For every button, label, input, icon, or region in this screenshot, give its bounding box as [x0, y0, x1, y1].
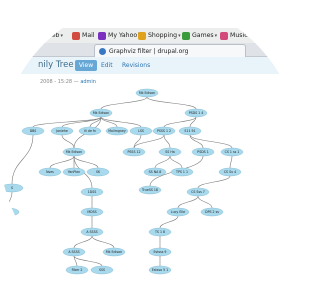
graph-node[interactable]: PSSS 1 2 — [152, 126, 176, 136]
graph-node[interactable]: SSS — [90, 265, 114, 275]
magnifier-lens: Web ▾ Mail My Yahoo! Shopping ▾ Games ▾ — [0, 0, 300, 300]
graph-node[interactable]: Nses — [38, 167, 62, 177]
graph-edge — [100, 116, 142, 128]
graph-node[interactable]: SS Ha — [158, 147, 182, 157]
graph-node[interactable]: PSSS 12 — [122, 147, 146, 157]
graph-node-label: DBS — [30, 129, 37, 133]
graph-node[interactable]: MDSS — [80, 207, 104, 217]
graph-node-label: TPS 1 1 — [175, 170, 188, 174]
graph-node[interactable]: SK — [86, 167, 110, 177]
graph-node[interactable]: CS 1 ss 1 — [220, 147, 244, 157]
graph-edge — [61, 134, 75, 149]
graph-node-label: Vi de fn — [84, 129, 96, 133]
graph-node-label: PSSS 1 2 — [157, 129, 171, 133]
graph-node-label: Fiber 2 — [72, 268, 83, 272]
graph-node-label: TS 1 8 — [154, 230, 165, 234]
graph-node[interactable]: SS NA 8 — [143, 167, 167, 177]
family-tree-graph: Mk Edison Mk Edison PSDS 1 4 DBS Joniehe Vi d… — [0, 88, 244, 275]
graph-node-label: LSS — [138, 129, 144, 133]
graph-edge — [197, 195, 213, 209]
graph-node[interactable]: Mk Edison — [62, 147, 86, 157]
graph-node[interactable]: LSS — [129, 126, 153, 136]
graph-node-label: SS NA 8 — [149, 170, 162, 174]
graph-node[interactable]: Mk Edison — [135, 88, 159, 98]
graph-edge — [146, 96, 197, 110]
graph-node-label: CS 1 ss 1 — [225, 150, 240, 154]
graph-node[interactable]: A SSSS — [80, 227, 104, 237]
graph-node-label: Mk Edison — [93, 111, 109, 115]
graph-edge — [159, 215, 179, 229]
graph-node-label: DPS 2 ss — [205, 210, 219, 214]
graph-node[interactable]: Lucy Elle — [166, 207, 190, 217]
graph-node[interactable]: DBS — [21, 126, 45, 136]
graph-edge — [133, 134, 165, 149]
graph-node[interactable]: TS 1 8 — [148, 227, 172, 237]
graph-node-label: CS Su 4 — [224, 170, 236, 174]
graph-node[interactable]: Sss 3 — [0, 207, 20, 217]
graph-edge — [177, 195, 199, 209]
graph-node[interactable]: PSDS 1 4 — [184, 108, 208, 118]
graph-node-label: SSS — [99, 268, 105, 272]
graph-edge — [163, 116, 197, 128]
graph-edge — [49, 155, 75, 169]
graph-node-label: Estsss 9 — [154, 250, 167, 254]
graph-node-label: SS Ha — [165, 150, 174, 154]
graph-node-label: Lucy Elle — [171, 210, 185, 214]
graph-node[interactable]: S11 91 — [178, 126, 202, 136]
graph-node-label: A SSSS — [86, 230, 97, 234]
graph-node[interactable]: CS Sss 7 — [186, 187, 210, 197]
graph-edge — [169, 155, 183, 169]
graph-node-label: Mk Edison — [139, 91, 155, 95]
graph-node[interactable]: Mk Edison — [102, 247, 126, 257]
graph-node-label: YanPlan — [68, 170, 80, 174]
graph-node[interactable]: Molimgney — [105, 126, 129, 136]
graph-edge — [73, 255, 103, 267]
graph-node-label: PSSS 12 — [127, 150, 140, 154]
graph-node-label: Nses — [46, 170, 54, 174]
graph-node-label: PSDS 1 4 — [189, 111, 204, 115]
graph-edge — [91, 235, 115, 249]
graph-node[interactable]: TrueSS 18 — [138, 185, 162, 195]
graph-node[interactable]: S — [0, 183, 24, 193]
graph-node[interactable]: PSDS 1 — [191, 147, 215, 157]
graph-node[interactable]: DPS 2 ss — [200, 207, 224, 217]
graph-node-label: Estsso 5 1 — [152, 268, 168, 272]
graph-node[interactable]: CS Su 4 — [218, 167, 242, 177]
graph-edge — [163, 134, 171, 149]
graph-edge — [7, 191, 13, 209]
graph-node-label: 1DSS — [88, 190, 97, 194]
graph-edge — [73, 235, 93, 249]
graph-node-label: S — [11, 186, 13, 190]
graph-node-label: Mk Edison — [66, 150, 82, 154]
graph-node[interactable]: Estsss 9 — [148, 247, 172, 257]
graph-node[interactable]: 1DSS — [80, 187, 104, 197]
graph-node[interactable]: Vi de fn — [78, 126, 102, 136]
graph-node[interactable]: YanPlan — [62, 167, 86, 177]
graph-node-label: TrueSS 18 — [141, 188, 158, 192]
graph-node[interactable]: Joniehe — [50, 126, 74, 136]
graph-node-label: S11 91 — [184, 129, 195, 133]
graph-node[interactable]: Estsso 5 1 — [148, 265, 172, 275]
graph-node[interactable]: A SSSS — [62, 247, 86, 257]
graph-node[interactable]: Mk Edison — [89, 108, 113, 118]
graph-edge — [100, 96, 148, 110]
graph-edge — [197, 175, 231, 189]
graph-node[interactable]: Fiber 2 — [65, 265, 89, 275]
graph-edge — [229, 155, 233, 169]
browser-viewport: Web ▾ Mail My Yahoo! Shopping ▾ Games ▾ — [0, 0, 300, 300]
graph-node-label: PSDS 1 — [197, 150, 208, 154]
graph-node-label: Mk Edison — [106, 250, 122, 254]
graph-node-label: MDSS — [87, 210, 96, 214]
graph-edge — [189, 116, 197, 128]
graph-node-label: Sss 3 — [4, 210, 12, 214]
graph-node-label: Joniehe — [55, 129, 68, 133]
graph-node-label: Molimgney — [108, 129, 126, 133]
graph-edge — [154, 155, 171, 169]
graph-edge — [11, 134, 34, 185]
graph-node-label: CS Sss 7 — [191, 190, 205, 194]
graph-node[interactable]: TPS 1 1 — [170, 167, 194, 177]
graph-node-label: A SSSS — [68, 250, 79, 254]
